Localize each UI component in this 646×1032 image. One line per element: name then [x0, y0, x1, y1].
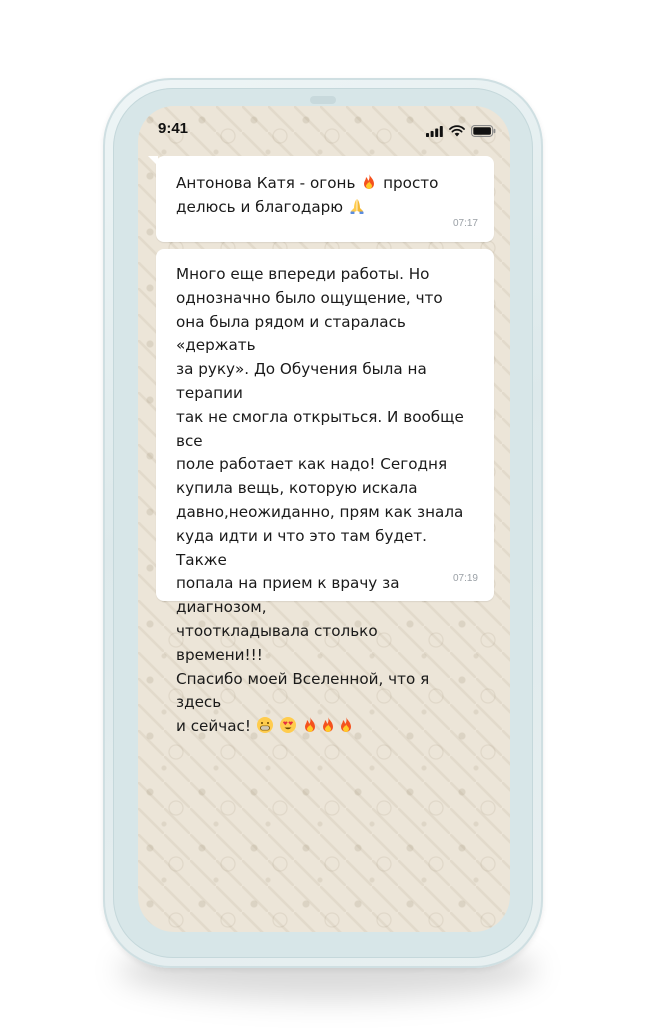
stage: 9:41 Антонова Катя - огонь просто делюсь… [0, 0, 646, 1032]
fire-emoji [319, 717, 337, 735]
message-text-part: Антонова Катя - огонь [176, 174, 361, 192]
message-text-part: Много еще впереди работы. Но однозначно … [176, 265, 464, 736]
message-bubble[interactable]: Антонова Катя - огонь просто делюсь и бл… [148, 156, 494, 242]
message-text: Антонова Катя - огонь просто делюсь и бл… [176, 172, 468, 220]
battery-icon [471, 122, 496, 141]
speaker-notch [310, 96, 336, 104]
chat-screen[interactable]: 9:41 Антонова Катя - огонь просто делюсь… [138, 106, 510, 932]
status-icons [426, 122, 496, 141]
message-text-part: делюсь и благодарю [176, 197, 348, 216]
status-bar: 9:41 [138, 106, 510, 150]
message-timestamp: 07:17 [452, 218, 478, 229]
message-text-part: просто [378, 174, 439, 192]
fire-emoji [301, 717, 319, 735]
grinning-emoji [256, 717, 274, 735]
fire-emoji [337, 717, 355, 735]
heart-eyes-emoji [279, 717, 297, 735]
signal-bars-icon [426, 122, 443, 141]
fire-emoji [360, 174, 378, 192]
message-timestamp: 07:19 [452, 573, 478, 584]
wifi-icon [449, 122, 465, 141]
folded-hands-emoji [348, 198, 366, 216]
status-time: 9:41 [158, 120, 189, 137]
message-bubble[interactable]: Много еще впереди работы. Но однозначно … [156, 249, 494, 735]
message-text: Много еще впереди работы. Но однозначно … [176, 263, 468, 739]
